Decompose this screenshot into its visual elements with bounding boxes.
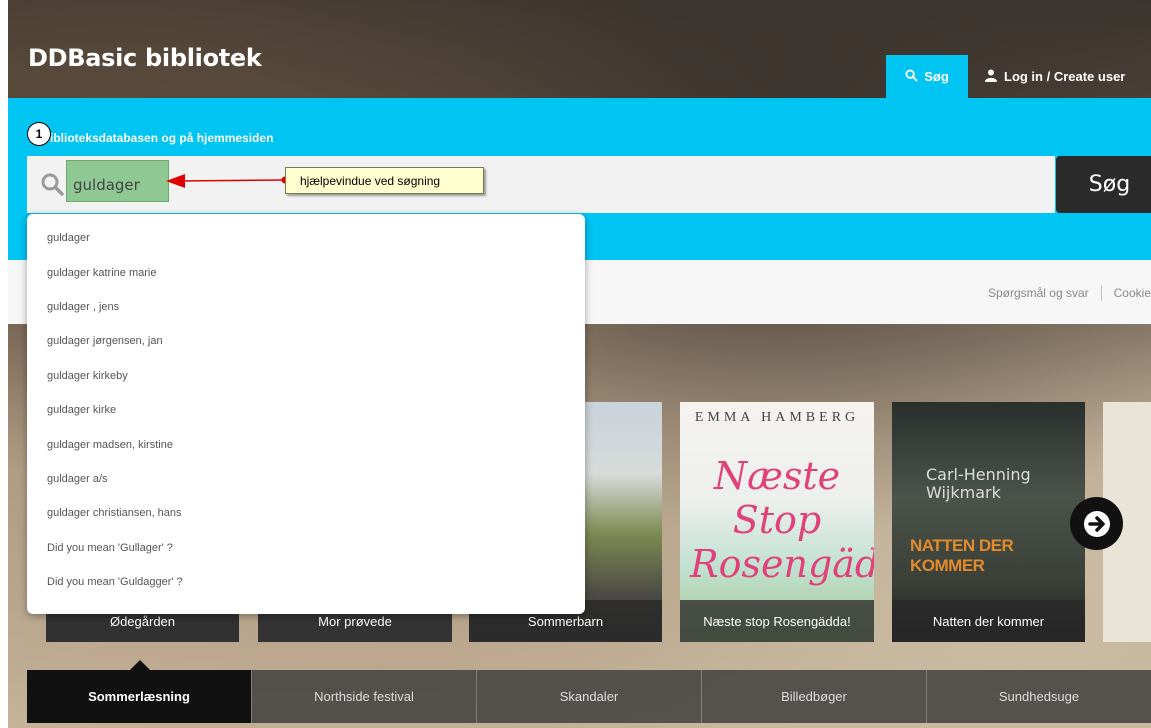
book-cover[interactable]: Carl-Henning Wijkmark NATTEN DER KOMMER …: [892, 402, 1085, 642]
link-cookie[interactable]: Cookie: [1114, 286, 1151, 300]
cover-author: EMMA HAMBERG: [694, 410, 860, 425]
link-faq[interactable]: Spørgsmål og svar: [988, 286, 1089, 300]
autocomplete-item[interactable]: guldager: [27, 221, 585, 255]
category-tab[interactable]: Skandaler: [476, 670, 701, 723]
arrow-right-icon: [1083, 510, 1110, 537]
carousel-next-button[interactable]: [1070, 497, 1123, 550]
category-tab[interactable]: Sommerlæsning: [27, 670, 251, 723]
autocomplete-item[interactable]: guldager , jens: [27, 290, 585, 324]
footer-links: Spørgsmål og svar Cookie: [988, 285, 1151, 301]
autocomplete-item[interactable]: guldager kirkeby: [27, 359, 585, 393]
annotation-note: hjælpevindue ved søgning: [285, 167, 484, 194]
autocomplete-item[interactable]: guldager madsen, kirstine: [27, 427, 585, 461]
book-cover[interactable]: EMMA HAMBERG Næste Stop Rosengädda Næste…: [680, 402, 874, 642]
autocomplete-item[interactable]: Did you mean 'Guldagger' ?: [27, 565, 585, 599]
autocomplete-item[interactable]: guldager jørgensen, jan: [27, 324, 585, 358]
cover-author: Carl-Henning Wijkmark: [926, 465, 1031, 502]
autocomplete-item[interactable]: guldager christiansen, hans: [27, 496, 585, 530]
autocomplete-item[interactable]: guldager kirke: [27, 393, 585, 427]
category-tab[interactable]: Sundhedsuge: [926, 670, 1151, 723]
autocomplete-dropdown: guldager guldager katrine marie guldager ,…: [27, 214, 585, 614]
book-caption: Natten der kommer: [892, 600, 1085, 642]
category-tab[interactable]: Northside festival: [251, 670, 476, 723]
category-tab[interactable]: Billedbøger: [701, 670, 926, 723]
cover-title: Næste Stop Rosengädda: [690, 454, 874, 586]
autocomplete-item[interactable]: guldager katrine marie: [27, 255, 585, 289]
link-separator: [1100, 285, 1102, 301]
book-caption: Næste stop Rosengädda!: [680, 600, 874, 642]
autocomplete-item[interactable]: Did you mean 'Gullager' ?: [27, 531, 585, 565]
category-tabs: Sommerlæsning Northside festival Skandaler…: [27, 670, 1151, 723]
cover-title: NATTEN DER KOMMER: [910, 536, 1014, 575]
autocomplete-item[interactable]: guldager a/s: [27, 462, 585, 496]
